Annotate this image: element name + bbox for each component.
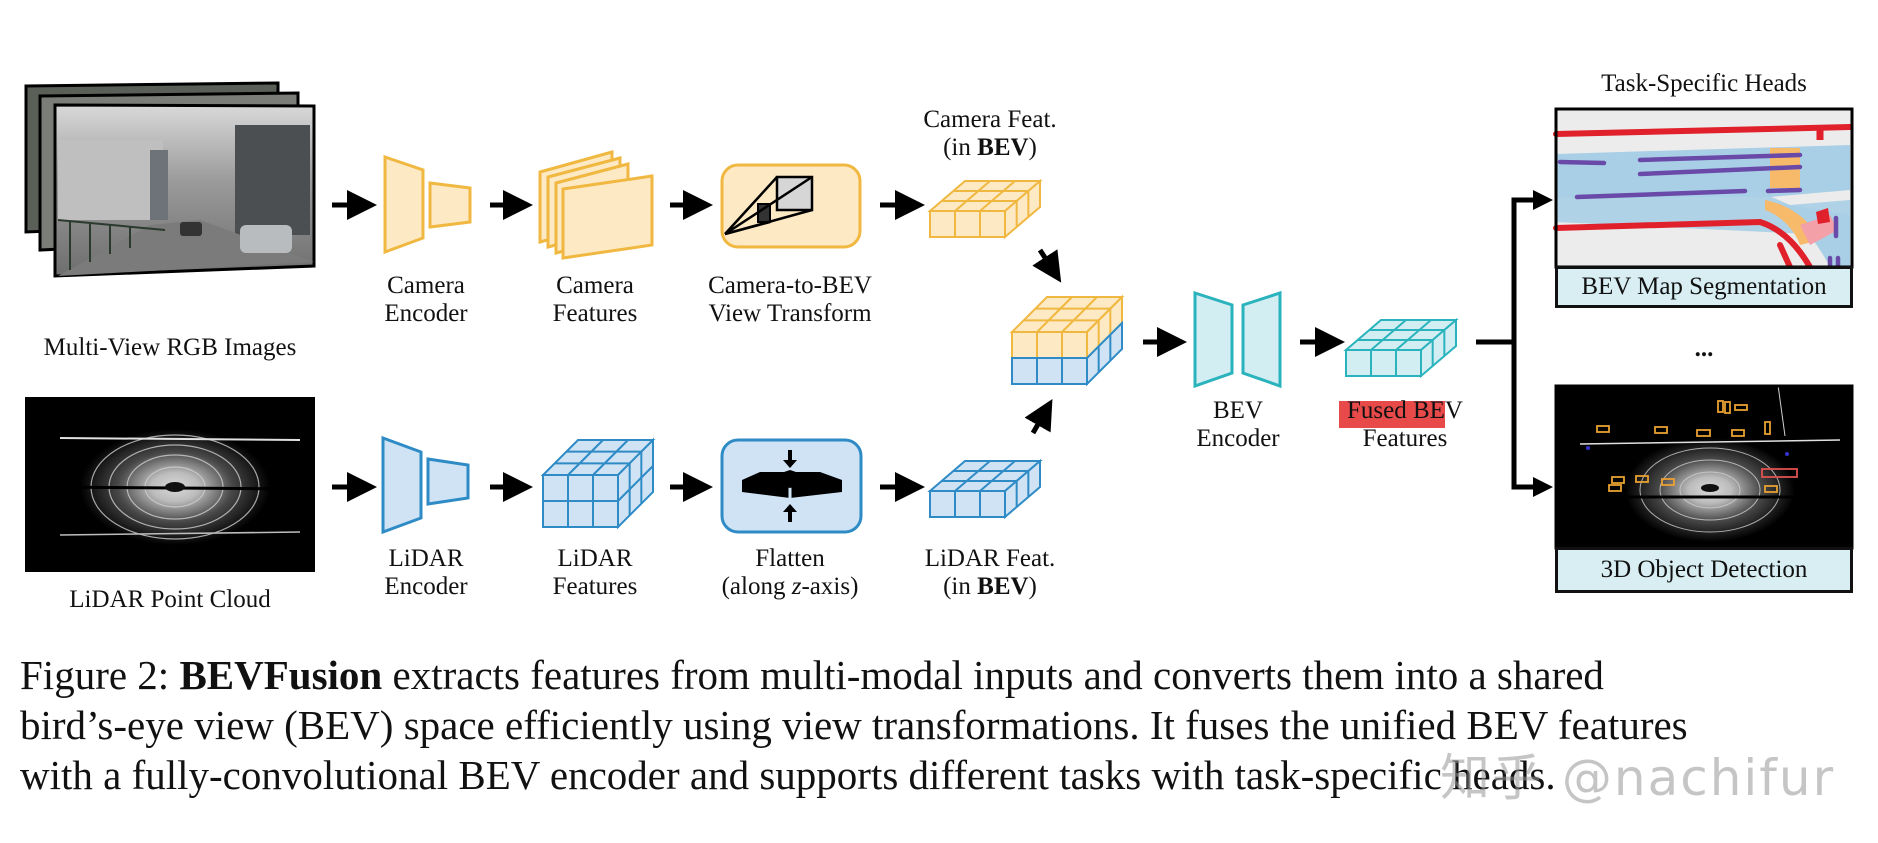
multi-view-rgb-images <box>24 81 316 278</box>
lidar-features-label-line1: LiDAR <box>557 545 633 572</box>
fused-bev-features-cube <box>1343 317 1459 379</box>
flatten-icon <box>720 438 863 534</box>
lidar-bev-label-line1: LiDAR Feat. <box>924 545 1056 572</box>
lidar-bev-label-post: ) <box>1028 573 1037 600</box>
camera-encoder-label-line2: Encoder <box>384 300 468 327</box>
lidar-bev-label-pre: (in <box>943 573 978 600</box>
flatten-label: Flatten (along z-axis) <box>690 545 890 601</box>
figure-title-bold: BEVFusion <box>179 652 383 698</box>
object-detection-panel <box>1554 384 1854 550</box>
camera-encoder-label-line1: Camera <box>387 272 465 299</box>
lidar-point-cloud-image <box>25 397 315 572</box>
camera-bev-features-cube <box>927 178 1043 240</box>
camera-bev-label-pre: (in <box>943 134 978 161</box>
camera-bev-label-post: ) <box>1028 134 1037 161</box>
bev-encoder-label-line1: BEV <box>1213 397 1263 424</box>
bev-encoder-label: BEV Encoder <box>1178 397 1298 453</box>
camera-features-label-line2: Features <box>552 300 638 327</box>
figure-number: Figure 2: <box>20 652 170 698</box>
transform-label-line2: View Transform <box>708 300 872 327</box>
watermark: 知乎 @nachifur <box>1440 749 1836 807</box>
arrow <box>1024 398 1053 435</box>
camera-features-icon <box>538 150 654 260</box>
lidar-bev-features-cube <box>927 458 1043 520</box>
lidar-features-cube <box>540 437 656 530</box>
concatenated-bev-cube <box>1009 294 1125 387</box>
caption-line-1: Figure 2: BEVFusion extracts features fr… <box>20 650 1865 700</box>
camera-encoder-icon <box>383 154 472 255</box>
transform-label-line1: Camera-to-BEV <box>708 272 872 299</box>
camera-bev-label: Camera Feat. (in BEV) <box>900 106 1080 162</box>
fused-bev-label-line2: Features <box>1362 425 1448 452</box>
lidar-encoder-label-line1: LiDAR <box>388 545 464 572</box>
lidar-bev-label-bold: BEV <box>977 573 1029 600</box>
map-segmentation-label: BEV Map Segmentation <box>1555 266 1853 308</box>
camera-bev-label-bold: BEV <box>977 134 1029 161</box>
lidar-branch <box>332 398 1053 535</box>
lidar-features-label: LiDAR Features <box>535 545 655 601</box>
camera-bev-label-line1: Camera Feat. <box>923 106 1057 133</box>
lidar-encoder-label: LiDAR Encoder <box>366 545 486 601</box>
camera-to-bev-label: Camera-to-BEV View Transform <box>690 272 890 328</box>
lidar-encoder-icon <box>381 435 470 535</box>
fused-bev-label: Fused BEV Features <box>1330 397 1480 453</box>
rgb-images-label: Multi-View RGB Images <box>43 334 297 361</box>
lidar-encoder-label-line2: Encoder <box>384 573 468 600</box>
camera-to-bev-transform-icon <box>720 163 862 249</box>
flatten-label-line1: Flatten <box>755 545 825 572</box>
caption-text-1: extracts features from multi-modal input… <box>382 652 1604 698</box>
flatten-label-post: -axis) <box>801 573 859 600</box>
flatten-label-pre: (along <box>721 573 792 600</box>
flatten-label-italic: z <box>791 573 802 600</box>
lidar-features-label-line2: Features <box>552 573 638 600</box>
lidar-bev-label: LiDAR Feat. (in BEV) <box>900 545 1080 601</box>
object-detection-label: 3D Object Detection <box>1555 547 1853 593</box>
camera-features-label: Camera Features <box>535 272 655 328</box>
camera-branch <box>332 150 1062 283</box>
bev-encoder-label-line2: Encoder <box>1196 425 1280 452</box>
arrow <box>1032 248 1062 283</box>
map-segmentation-panel <box>1553 107 1854 270</box>
camera-encoder-label: Camera Encoder <box>366 272 486 328</box>
lidar-point-cloud-label: LiDAR Point Cloud <box>69 586 271 613</box>
task-heads-title: Task-Specific Heads <box>1601 70 1807 97</box>
camera-features-label-line1: Camera <box>556 272 634 299</box>
heads-ellipsis: ... <box>1694 335 1714 362</box>
bev-encoder-icon <box>1193 290 1282 389</box>
head-connector <box>1476 197 1535 490</box>
fused-bev-label-line1: Fused BEV <box>1347 397 1463 424</box>
